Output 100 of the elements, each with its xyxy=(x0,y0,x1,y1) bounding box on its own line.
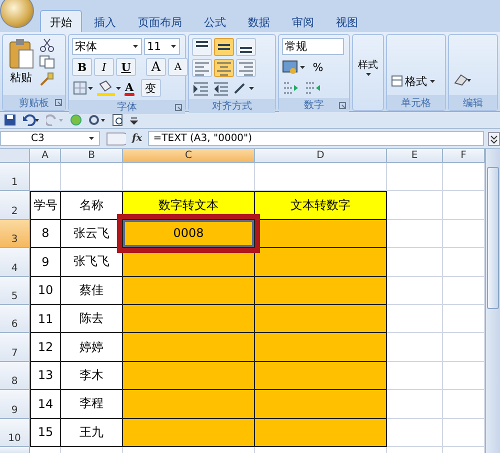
table-cell: 11 xyxy=(30,304,61,334)
table-cell: 婷婷 xyxy=(61,333,123,362)
align-button[interactable] xyxy=(214,59,234,77)
dialog-launcher-icon[interactable] xyxy=(55,99,62,106)
format-button[interactable]: 格式 xyxy=(390,72,437,90)
table-cell: 9 xyxy=(30,248,61,277)
align-top-icon xyxy=(194,41,210,47)
align-left-icon xyxy=(194,60,210,76)
align-bottom-icon xyxy=(238,47,254,53)
dropdown-arrow-icon xyxy=(88,136,95,141)
formula-field[interactable]: =TEXT (A3, "0000") xyxy=(148,131,484,146)
row-header[interactable]: 4 xyxy=(0,248,30,277)
dropdown-arrow-icon xyxy=(429,78,436,84)
table-cell: 李程 xyxy=(61,390,123,419)
empty-cell xyxy=(387,163,443,192)
ribbon-tab[interactable]: 页面布局 xyxy=(128,10,192,32)
row-header[interactable]: 5 xyxy=(0,276,30,305)
number-format-dropdown[interactable]: 常规 xyxy=(282,38,344,55)
scissors-icon[interactable] xyxy=(39,38,55,52)
underline-button[interactable]: U xyxy=(116,58,136,76)
font-size-dropdown[interactable]: 11 xyxy=(144,38,180,55)
table-cell: 蔡佳 xyxy=(61,276,123,305)
italic-button[interactable]: I xyxy=(94,58,114,76)
group-label: 字体 xyxy=(117,100,137,114)
ribbon-tab[interactable]: 插入 xyxy=(84,10,126,32)
row-header[interactable]: 3 xyxy=(0,220,30,248)
row-header[interactable]: 2 xyxy=(0,191,30,220)
styles-button[interactable]: 样式 xyxy=(356,58,380,77)
table-cell: 15 xyxy=(30,418,61,447)
ribbon-tab[interactable]: 数据 xyxy=(238,10,280,32)
insert-function-button[interactable]: fx xyxy=(130,133,144,144)
ribbon-tab[interactable]: 视图 xyxy=(326,10,368,32)
phonetic-button[interactable]: 变 xyxy=(140,79,161,97)
currency-icon[interactable] xyxy=(282,59,306,75)
font-name-dropdown[interactable]: 宋体 xyxy=(72,38,142,55)
ribbon-tab[interactable]: 公式 xyxy=(194,10,236,32)
table-cell: 14 xyxy=(30,390,61,419)
dropdown-arrow-icon xyxy=(364,72,372,77)
name-box[interactable]: C3 xyxy=(0,131,100,146)
expand-icon[interactable] xyxy=(488,132,500,146)
dialog-launcher-icon[interactable] xyxy=(175,104,182,111)
grow-font-button[interactable]: A xyxy=(146,58,166,76)
row-header[interactable]: 6 xyxy=(0,304,30,334)
font-color-button[interactable]: A xyxy=(124,80,135,96)
row-header[interactable]: 8 xyxy=(0,362,30,390)
group-label: 对齐方式 xyxy=(212,100,252,113)
table-cell: 12 xyxy=(30,333,61,362)
dialog-launcher-icon[interactable] xyxy=(339,102,346,109)
row-header[interactable]: 7 xyxy=(0,333,30,362)
table-cell: 文本转数字 xyxy=(255,191,387,220)
scrollbar[interactable] xyxy=(485,149,500,453)
table-cell: 学号 xyxy=(30,191,61,220)
align-right-icon xyxy=(238,60,254,76)
table-cell: 13 xyxy=(30,362,61,390)
clipboard-icon xyxy=(8,38,34,70)
row-header[interactable]: 1 xyxy=(0,163,30,192)
align-button[interactable] xyxy=(192,38,212,56)
copy-icon[interactable] xyxy=(39,55,55,69)
format-icon xyxy=(391,75,403,87)
row-header[interactable]: 10 xyxy=(0,418,30,447)
table-cell: 10 xyxy=(30,276,61,305)
ribbon-tab[interactable]: 审阅 xyxy=(282,10,324,32)
eraser-icon[interactable] xyxy=(452,72,472,86)
indent-icon[interactable] xyxy=(192,80,210,96)
table-cell: 陈去 xyxy=(61,304,123,334)
align-button[interactable] xyxy=(214,38,234,56)
table-cell: 李木 xyxy=(61,362,123,390)
shrink-font-button[interactable]: A xyxy=(168,58,188,76)
row-header[interactable]: 9 xyxy=(0,390,30,419)
table-cell: 名称 xyxy=(61,191,123,220)
align-button[interactable] xyxy=(236,38,256,56)
preview-icon[interactable] xyxy=(112,114,124,126)
dropdown-arrow-icon xyxy=(170,44,177,49)
column-header[interactable]: F xyxy=(443,149,485,163)
undo-icon[interactable] xyxy=(22,114,40,126)
column-header[interactable]: D xyxy=(255,149,387,163)
column-header[interactable]: C xyxy=(123,149,255,163)
table-cell: 8 xyxy=(30,220,61,248)
percent-button[interactable]: % xyxy=(308,58,328,76)
align-button[interactable] xyxy=(236,59,256,77)
outdent-icon[interactable] xyxy=(212,80,230,96)
group-label: 数字 xyxy=(304,98,324,112)
group-label: 剪贴板 xyxy=(19,96,49,110)
bold-button[interactable]: B xyxy=(72,58,92,76)
column-header[interactable]: A xyxy=(30,149,61,163)
group-label: 单元格 xyxy=(401,96,431,110)
table-cell: 王九 xyxy=(61,418,123,447)
column-header[interactable]: B xyxy=(61,149,123,163)
brush-icon[interactable] xyxy=(39,72,55,86)
dropdown-arrow-icon xyxy=(132,44,139,49)
align-middle-icon xyxy=(216,44,232,50)
border-icon[interactable] xyxy=(72,80,94,96)
paste-button[interactable]: 粘贴 xyxy=(6,38,36,85)
column-header[interactable]: E xyxy=(387,149,443,163)
align-button[interactable] xyxy=(192,59,212,77)
fill-bucket-icon[interactable] xyxy=(96,80,122,96)
ribbon-tab[interactable]: 开始 xyxy=(40,10,82,32)
align-center-icon xyxy=(216,60,232,76)
group-label: 编辑 xyxy=(463,96,483,110)
save-icon[interactable] xyxy=(4,114,16,126)
